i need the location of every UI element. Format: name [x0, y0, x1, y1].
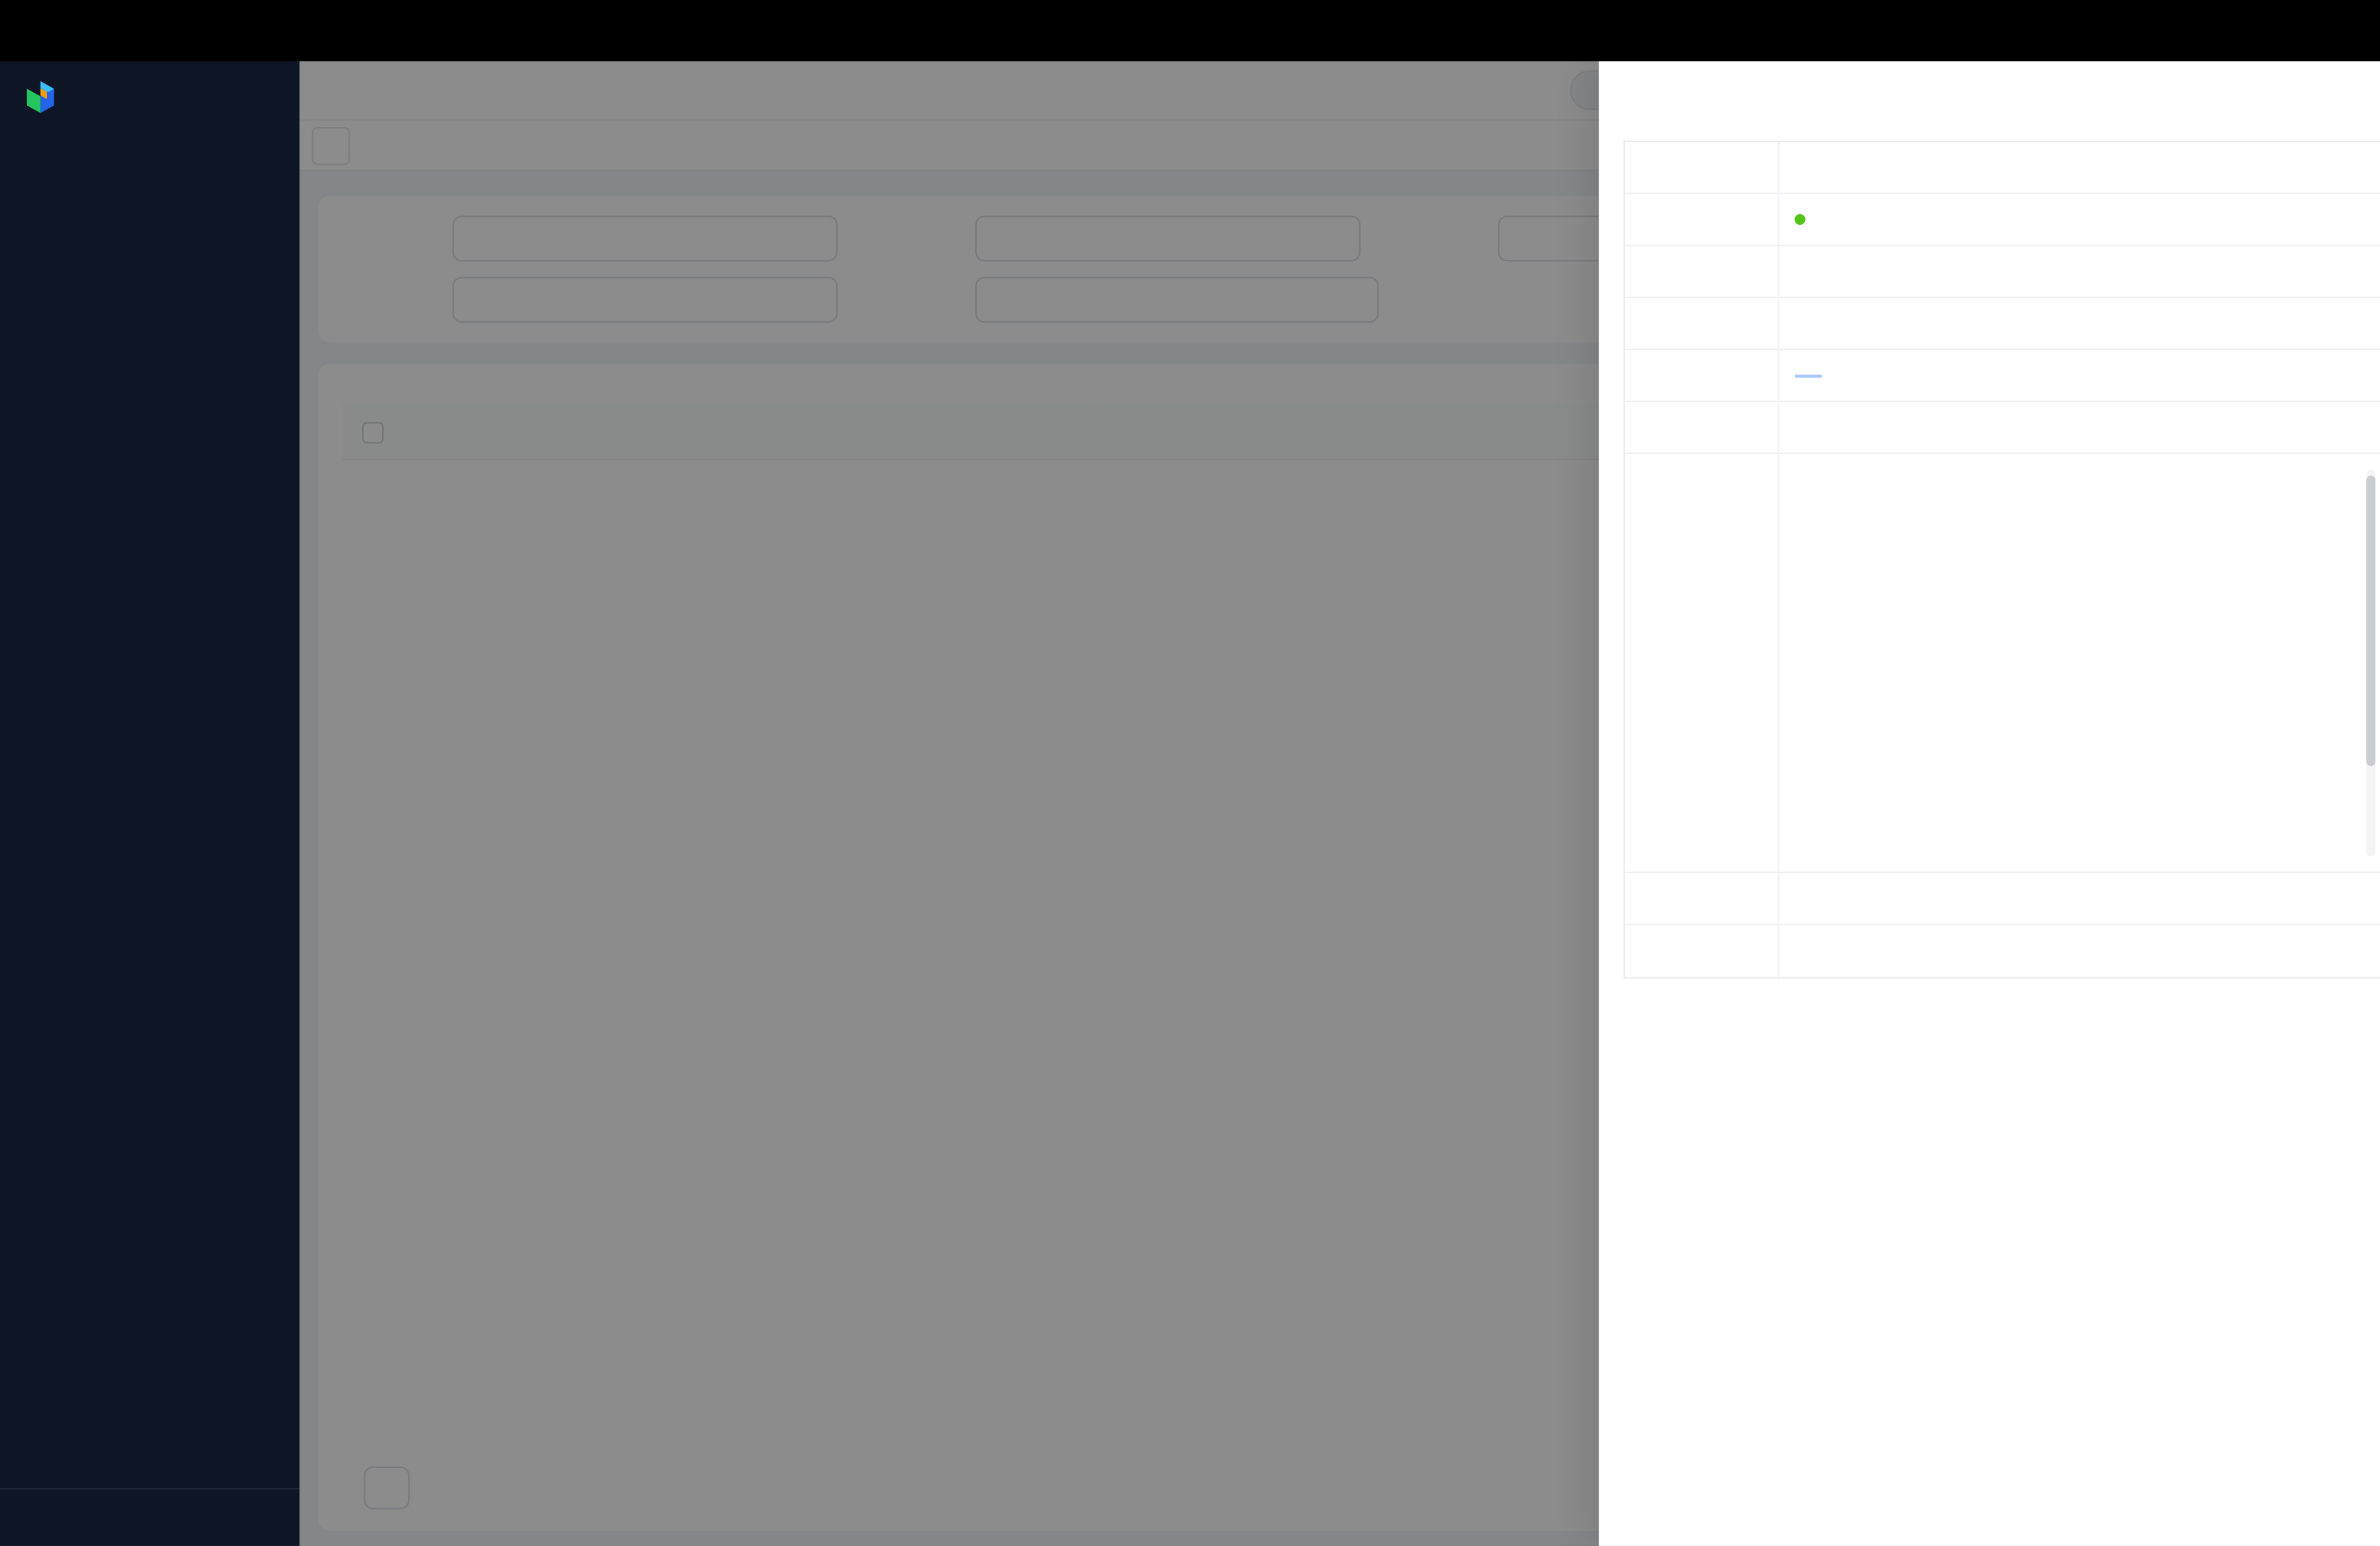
detail-row-result [1625, 194, 2380, 247]
detail-label [1625, 925, 1778, 977]
app-root [0, 0, 2380, 1546]
app-logo-row[interactable] [0, 61, 299, 123]
detail-label [1625, 454, 1778, 872]
detail-row-request [1625, 350, 2380, 403]
detail-row-log-id [1625, 142, 2380, 194]
operation-info-value [1778, 298, 2380, 348]
detail-label [1625, 298, 1778, 348]
detail-row-time [1625, 925, 2380, 977]
detail-row-params [1625, 454, 2380, 874]
window-top-strip [0, 0, 2380, 61]
drawer-header [1599, 61, 2380, 132]
operation-time-value [1778, 925, 2380, 977]
request-method-tag [1795, 374, 1823, 377]
log-detail-table [1624, 141, 2380, 979]
detail-row-method [1625, 402, 2380, 454]
detail-row-info [1625, 298, 2380, 350]
detail-row-duration [1625, 873, 2380, 925]
detail-row-module [1625, 246, 2380, 298]
method-value [1778, 402, 2380, 452]
view-log-drawer [1599, 61, 2380, 1546]
app-logo-icon [21, 77, 60, 116]
detail-label [1625, 402, 1778, 452]
detail-label [1625, 873, 1778, 923]
success-status-dot [1795, 214, 1805, 225]
detail-label [1625, 142, 1778, 192]
detail-label [1625, 194, 1778, 245]
detail-label [1625, 246, 1778, 296]
log-id-value [1778, 142, 2380, 192]
scrollbar-thumb[interactable] [2366, 475, 2375, 766]
detail-label [1625, 350, 1778, 401]
sidebar-menu [0, 122, 299, 1488]
sidebar-footer [0, 1488, 299, 1546]
drawer-body [1599, 132, 2380, 1546]
sidebar [0, 61, 299, 1546]
duration-value [1778, 873, 2380, 923]
request-params-json[interactable] [1779, 464, 2377, 863]
